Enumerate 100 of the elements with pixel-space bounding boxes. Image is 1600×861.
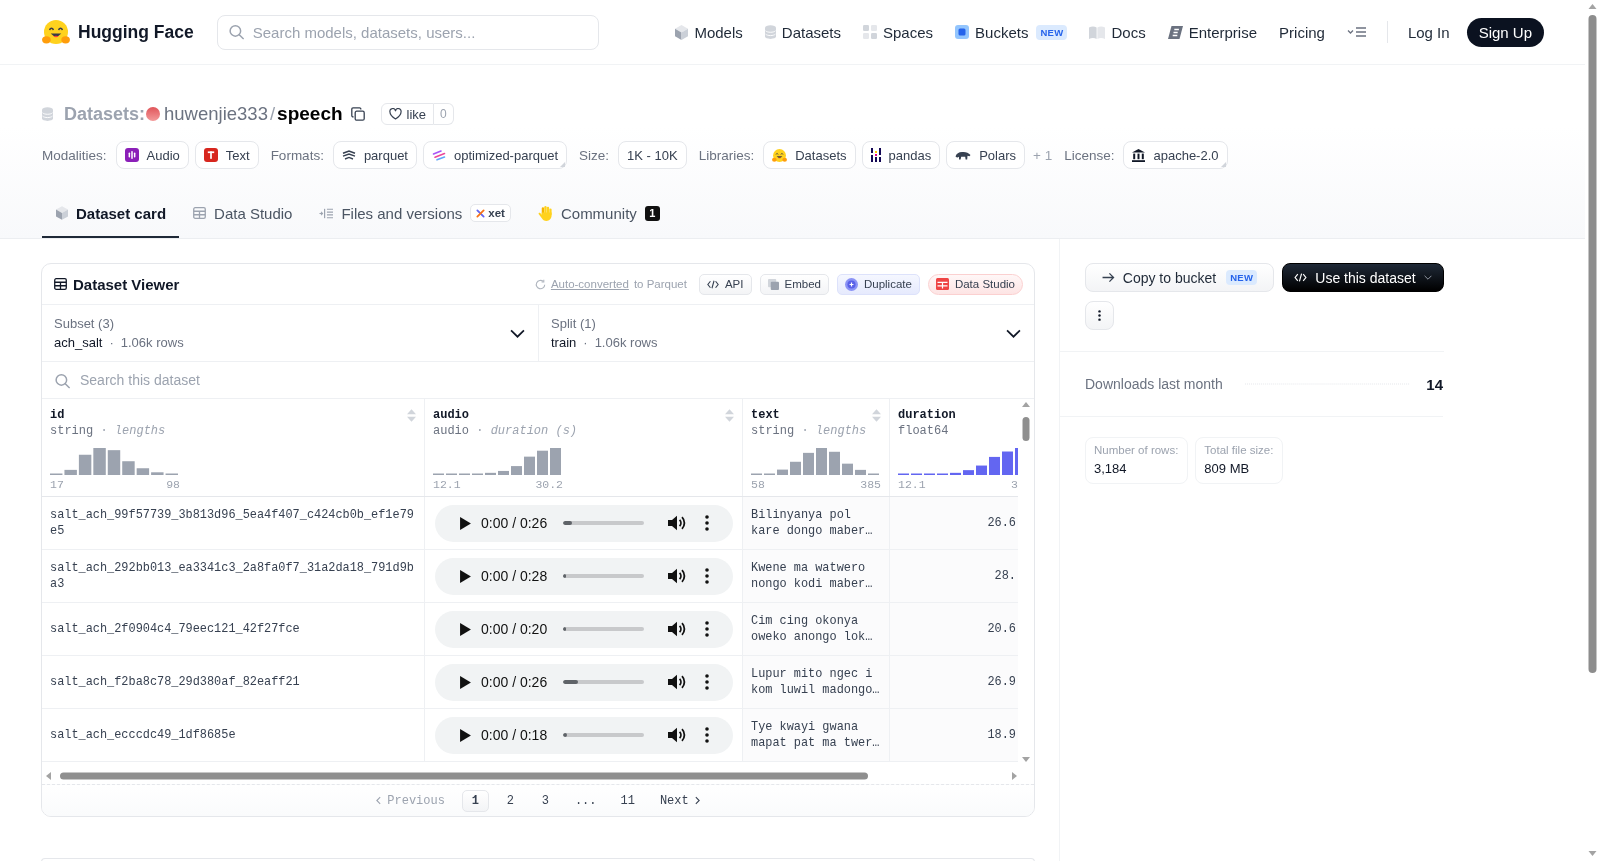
toolbar-button[interactable]: Duplicate — [836, 273, 920, 295]
more-icon[interactable] — [705, 515, 710, 531]
nav-link[interactable]: Spaces — [863, 23, 934, 41]
search-icon — [55, 373, 70, 388]
column-name: text — [751, 408, 780, 422]
progress-track[interactable] — [563, 627, 645, 631]
column-type: string · lengths — [751, 423, 867, 439]
toolbar-button[interactable]: Embed — [759, 273, 829, 295]
nav-link[interactable]: Pricing — [1279, 23, 1325, 41]
play-icon[interactable] — [460, 675, 471, 689]
heart-icon — [388, 108, 402, 120]
volume-icon[interactable] — [668, 568, 687, 584]
stripes-icon — [432, 149, 446, 161]
audio-player[interactable]: 0:00 / 0:28 — [435, 557, 733, 595]
sign-up-button[interactable]: Sign Up — [1466, 17, 1544, 47]
tag-chip[interactable]: optimized-parquet — [423, 141, 568, 169]
slanted-tile-icon — [1167, 25, 1183, 39]
layers-icon — [341, 150, 356, 160]
tag-chip[interactable]: parquet — [332, 141, 417, 169]
range-label: 58 — [751, 478, 765, 492]
database-icon — [42, 107, 53, 121]
tab[interactable]: Files and versions xet — [305, 190, 524, 238]
tab[interactable]: Dataset card — [42, 190, 180, 238]
database-icon — [764, 25, 776, 39]
separator-text: · — [583, 335, 588, 350]
table-cell-text: Tye kwayi gwana mapat pat ma twer… — [751, 719, 881, 751]
more-icon[interactable] — [705, 727, 710, 743]
audio-player[interactable]: 0:00 / 0:18 — [435, 716, 733, 754]
toolbar-button[interactable]: Data Studio — [927, 273, 1023, 295]
table-cell-text: salt_ach_292bb013_ea3341c3_2a8fa0f7_31a2da18_791d9ba3 — [50, 560, 415, 592]
code-icon — [1294, 273, 1308, 282]
table-icon — [193, 207, 207, 219]
audio-player[interactable]: 0:00 / 0:20 — [435, 610, 733, 648]
column-name: id — [50, 408, 65, 422]
tag-chip[interactable]: Datasets — [763, 141, 856, 169]
page-link[interactable]: 1 — [461, 789, 489, 812]
dropdown-select[interactable]: Split (1) train · 1.06k rows — [538, 305, 1034, 361]
tag-chip[interactable]: 1K - 10K — [618, 141, 687, 169]
like-button[interactable]: like — [380, 103, 435, 125]
count-badge: 1 — [644, 205, 660, 221]
tag-chip[interactable]: Audio — [115, 141, 189, 169]
menu-icon[interactable] — [1346, 26, 1367, 38]
code-icon — [706, 279, 719, 289]
page-link[interactable]: ... — [566, 789, 605, 812]
log-in-link[interactable]: Log In — [1407, 23, 1450, 41]
tab[interactable]: Community 1 — [523, 190, 673, 238]
more-icon[interactable] — [705, 621, 710, 637]
toolbar-button[interactable]: API — [698, 273, 752, 295]
range-label: 12.1 — [433, 478, 461, 492]
audio-player[interactable]: 0:00 / 0:26 — [435, 663, 733, 701]
more-icon[interactable] — [705, 568, 710, 584]
tag-chip[interactable]: apache-2.0 — [1123, 141, 1228, 169]
refresh-icon — [534, 278, 546, 290]
column-name: duration — [898, 408, 956, 422]
nav-link[interactable]: Docs — [1089, 23, 1146, 41]
volume-icon[interactable] — [668, 727, 687, 743]
progress-track[interactable] — [563, 574, 645, 578]
nav-link[interactable]: Models — [675, 23, 743, 41]
tag-chip[interactable]: pandas — [861, 141, 941, 169]
owner-link[interactable]: huwenjie333 — [164, 103, 268, 125]
audio-player[interactable]: 0:00 / 0:26 — [435, 504, 733, 542]
grid-icon — [863, 25, 877, 39]
play-icon[interactable] — [460, 622, 471, 636]
table-cell: salt_ach_2f0904c4_79eec121_42f27fce — [50, 621, 300, 637]
next-link[interactable]: Next — [659, 793, 700, 808]
column-type: string · lengths — [50, 423, 166, 439]
nav-link[interactable]: Enterprise — [1167, 23, 1258, 41]
copy-icon[interactable] — [350, 107, 365, 121]
progress-track[interactable] — [563, 680, 645, 684]
search-field[interactable]: Search models, datasets, users... — [216, 14, 599, 50]
volume-icon[interactable] — [668, 515, 687, 531]
waveform-icon — [124, 148, 139, 162]
table-cell-text: Bilinyanya pol kare dongo maber… — [751, 507, 874, 539]
repo-title: speech — [277, 103, 343, 125]
page-link[interactable]: 11 — [612, 789, 643, 812]
volume-icon[interactable] — [668, 674, 687, 690]
tag-chip[interactable]: Polars — [946, 141, 1025, 169]
play-icon[interactable] — [460, 728, 471, 742]
field-label: Split (1) — [551, 316, 596, 331]
play-icon[interactable] — [460, 569, 471, 583]
more-icon[interactable] — [705, 674, 710, 690]
use-dataset-button[interactable]: Use this dataset — [1282, 263, 1444, 292]
progress-track[interactable] — [563, 733, 645, 737]
time-text: 0:00 / 0:26 — [481, 674, 548, 690]
table-cell: salt_ach_ecccdc49_1df8685e — [50, 727, 236, 743]
cross-icon — [476, 208, 486, 218]
tab[interactable]: Data Studio — [179, 190, 306, 238]
nav-link[interactable]: Buckets NEW — [955, 23, 1068, 41]
bars-icon — [870, 148, 881, 162]
play-icon[interactable] — [460, 516, 471, 530]
nav-link[interactable]: Datasets — [764, 23, 841, 41]
volume-icon[interactable] — [668, 621, 687, 637]
copy-to-bucket-button[interactable]: Copy to bucket NEW — [1085, 263, 1274, 292]
tag-chip[interactable]: Text — [194, 141, 259, 169]
home-logo-link[interactable]: Hugging Face — [42, 20, 194, 44]
bank-icon — [1132, 148, 1146, 162]
page-link[interactable]: 2 — [496, 789, 524, 812]
dropdown-select[interactable]: Subset (3) ach_salt · 1.06k rows — [42, 305, 538, 361]
page-link[interactable]: 3 — [531, 789, 559, 812]
progress-track[interactable] — [563, 521, 645, 525]
